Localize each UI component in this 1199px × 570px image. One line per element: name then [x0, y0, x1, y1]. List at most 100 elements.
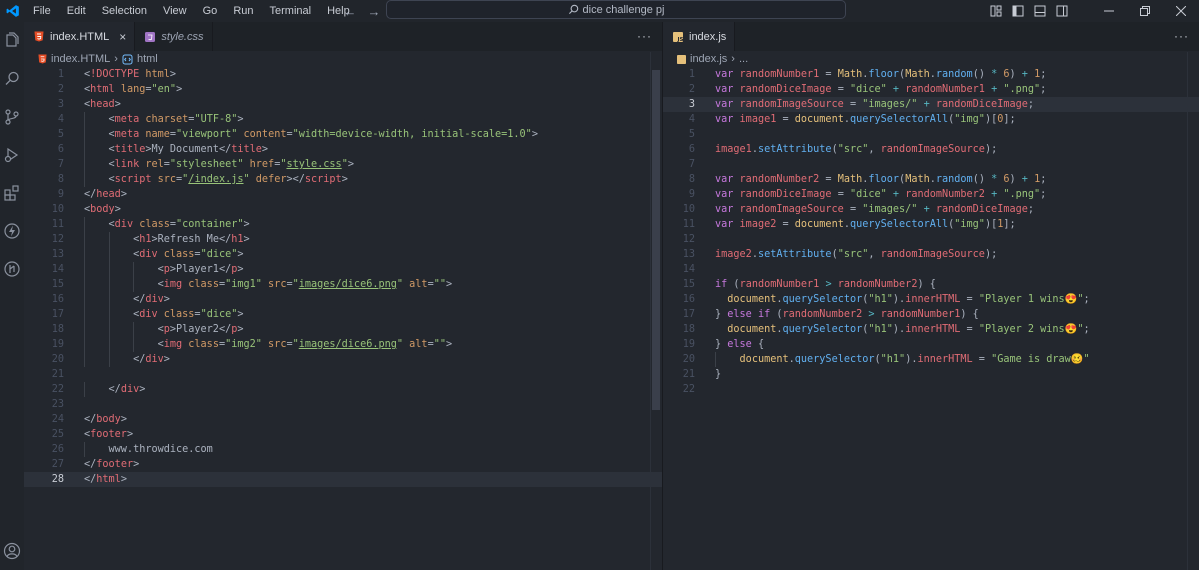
search-sidebar-icon[interactable]: [0, 60, 24, 98]
code-editor-html[interactable]: 1 <!DOCTYPE html> 2 <html lang="en"> 3 <head>…: [24, 67, 662, 487]
menu-selection[interactable]: Selection: [94, 0, 155, 22]
code-token: /index.js: [188, 174, 244, 185]
code-line[interactable]: 22 </div>: [24, 382, 662, 397]
source-control-icon[interactable]: [0, 98, 24, 136]
close-window-icon[interactable]: [1163, 0, 1199, 22]
customize-layout-icon[interactable]: [985, 0, 1007, 22]
minimize-icon[interactable]: [1091, 0, 1127, 22]
code-line[interactable]: 3 var randomImageSource = "images/" + ran…: [663, 97, 1199, 112]
code-line[interactable]: 3 <head>: [24, 97, 662, 112]
code-line[interactable]: 24 </body>: [24, 412, 662, 427]
close-tab-icon[interactable]: ×: [119, 30, 126, 44]
code-line[interactable]: 14: [663, 262, 1199, 277]
code-line[interactable]: 27 </footer>: [24, 457, 662, 472]
code-line[interactable]: 6 image1.setAttribute("src", randomImageS…: [663, 142, 1199, 157]
code-line[interactable]: 9 </head>: [24, 187, 662, 202]
breadcrumb-symbol[interactable]: ...: [739, 53, 748, 65]
breadcrumb-symbol[interactable]: html: [137, 53, 158, 65]
editor-group-right: JS index.js ··· index.js › ... 1 var rand…: [663, 22, 1199, 570]
line-number: 11: [682, 219, 695, 230]
code-line[interactable]: 1 <!DOCTYPE html>: [24, 67, 662, 82]
menu-file[interactable]: File: [25, 0, 59, 22]
command-center-search[interactable]: dice challenge pj: [386, 0, 846, 19]
more-actions-icon[interactable]: ···: [637, 29, 652, 43]
gitlens-icon[interactable]: [0, 250, 24, 288]
account-icon[interactable]: [0, 532, 24, 570]
code-token: ): [1009, 69, 1022, 80]
code-line[interactable]: 10 <body>: [24, 202, 662, 217]
code-line[interactable]: 13 <div class="dice">: [24, 247, 662, 262]
code-line[interactable]: 2 var randomDiceImage = "dice" + randomNu…: [663, 82, 1199, 97]
toggle-panel-icon[interactable]: [1029, 0, 1051, 22]
code-line[interactable]: 15 <img class="img1" src="images/dice6.p…: [24, 277, 662, 292]
code-line[interactable]: 11 <div class="container">: [24, 217, 662, 232]
menu-terminal[interactable]: Terminal: [262, 0, 320, 22]
indent-guide: [108, 247, 110, 262]
vertical-scrollbar[interactable]: [652, 70, 660, 410]
more-actions-icon[interactable]: ···: [1174, 29, 1189, 43]
back-arrow-icon[interactable]: ←: [340, 4, 360, 19]
code-line[interactable]: 23: [24, 397, 662, 412]
breadcrumb-file[interactable]: index.js: [690, 53, 727, 65]
code-editor-js[interactable]: 1 var randomNumber1 = Math.floor(Math.ran…: [663, 67, 1199, 397]
tab-index-html[interactable]: index.HTML ×: [24, 22, 136, 51]
restore-icon[interactable]: [1127, 0, 1163, 22]
code-line[interactable]: 18 document.querySelector("h1").innerHTM…: [663, 322, 1199, 337]
toggle-secondary-sidebar-icon[interactable]: [1051, 0, 1073, 22]
code-line[interactable]: 20 </div>: [24, 352, 662, 367]
explorer-icon[interactable]: [0, 22, 24, 60]
line-text: </footer>: [84, 457, 139, 472]
code-line[interactable]: 16 document.querySelector("h1").innerHTM…: [663, 292, 1199, 307]
code-line[interactable]: 17} else if (randomNumber2 > randomNumbe…: [663, 307, 1199, 322]
code-token: randomNumber2: [837, 279, 918, 290]
code-line[interactable]: 15 if (randomNumber1 > randomNumber2) {: [663, 277, 1199, 292]
code-line[interactable]: 11 var image2 = document.querySelectorAll…: [663, 217, 1199, 232]
code-line[interactable]: 6 <title>My Document</title>: [24, 142, 662, 157]
code-line[interactable]: 13 image2.setAttribute("src", randomImage…: [663, 247, 1199, 262]
thunder-client-icon[interactable]: [0, 212, 24, 250]
code-line[interactable]: 4 <meta charset="UTF-8">: [24, 112, 662, 127]
forward-arrow-icon[interactable]: →: [364, 4, 384, 19]
code-line[interactable]: 1 var randomNumber1 = Math.floor(Math.ran…: [663, 67, 1199, 82]
code-line[interactable]: 14 <p>Player1</p>: [24, 262, 662, 277]
run-debug-icon[interactable]: [0, 136, 24, 174]
extensions-icon[interactable]: [0, 174, 24, 212]
code-line[interactable]: 8 <script src="/index.js" defer></script…: [24, 172, 662, 187]
code-line[interactable]: 20 document.querySelector("h1").innerHTM…: [663, 352, 1199, 367]
menu-edit[interactable]: Edit: [59, 0, 94, 22]
code-line[interactable]: 28 </html>: [24, 472, 662, 487]
toggle-primary-sidebar-icon[interactable]: [1007, 0, 1029, 22]
code-line[interactable]: 12 <h1>Refresh Me</h1>: [24, 232, 662, 247]
code-line[interactable]: 25 <footer>: [24, 427, 662, 442]
code-line[interactable]: 21: [24, 367, 662, 382]
code-line[interactable]: 7 <link rel="stylesheet" href="style.css…: [24, 157, 662, 172]
code-line[interactable]: 26 www.throwdice.com: [24, 442, 662, 457]
tab-bar-left: index.HTML × style.css ···: [24, 22, 662, 51]
menu-go[interactable]: Go: [195, 0, 226, 22]
code-line[interactable]: 19} else {: [663, 337, 1199, 352]
tab-index-js[interactable]: JS index.js: [663, 22, 736, 51]
menu-view[interactable]: View: [155, 0, 195, 22]
code-line[interactable]: 16 </div>: [24, 292, 662, 307]
code-line[interactable]: 21}: [663, 367, 1199, 382]
code-line[interactable]: 5: [663, 127, 1199, 142]
code-line[interactable]: 9 var randomDiceImage = "dice" + randomNu…: [663, 187, 1199, 202]
breadcrumb-file[interactable]: index.HTML: [51, 53, 110, 65]
code-line[interactable]: 22: [663, 382, 1199, 397]
tab-style-css[interactable]: style.css: [135, 22, 213, 51]
code-line[interactable]: 2 <html lang="en">: [24, 82, 662, 97]
code-line[interactable]: 19 <img class="img2" src="images/dice6.p…: [24, 337, 662, 352]
code-line[interactable]: 17 <div class="dice">: [24, 307, 662, 322]
line-text: </div>: [84, 352, 170, 367]
code-token: =: [960, 294, 979, 305]
code-line[interactable]: 18 <p>Player2</p>: [24, 322, 662, 337]
code-line[interactable]: 12: [663, 232, 1199, 247]
code-line[interactable]: 7: [663, 157, 1199, 172]
code-line[interactable]: 5 <meta name="viewport" content="width=d…: [24, 127, 662, 142]
code-line[interactable]: 10 var randomImageSource = "images/" + ra…: [663, 202, 1199, 217]
code-line[interactable]: 8 var randomNumber2 = Math.floor(Math.ran…: [663, 172, 1199, 187]
code-line[interactable]: 4 var image1 = document.querySelectorAll(…: [663, 112, 1199, 127]
menu-run[interactable]: Run: [225, 0, 261, 22]
line-text: <img class="img1" src="images/dice6.png"…: [84, 277, 452, 292]
